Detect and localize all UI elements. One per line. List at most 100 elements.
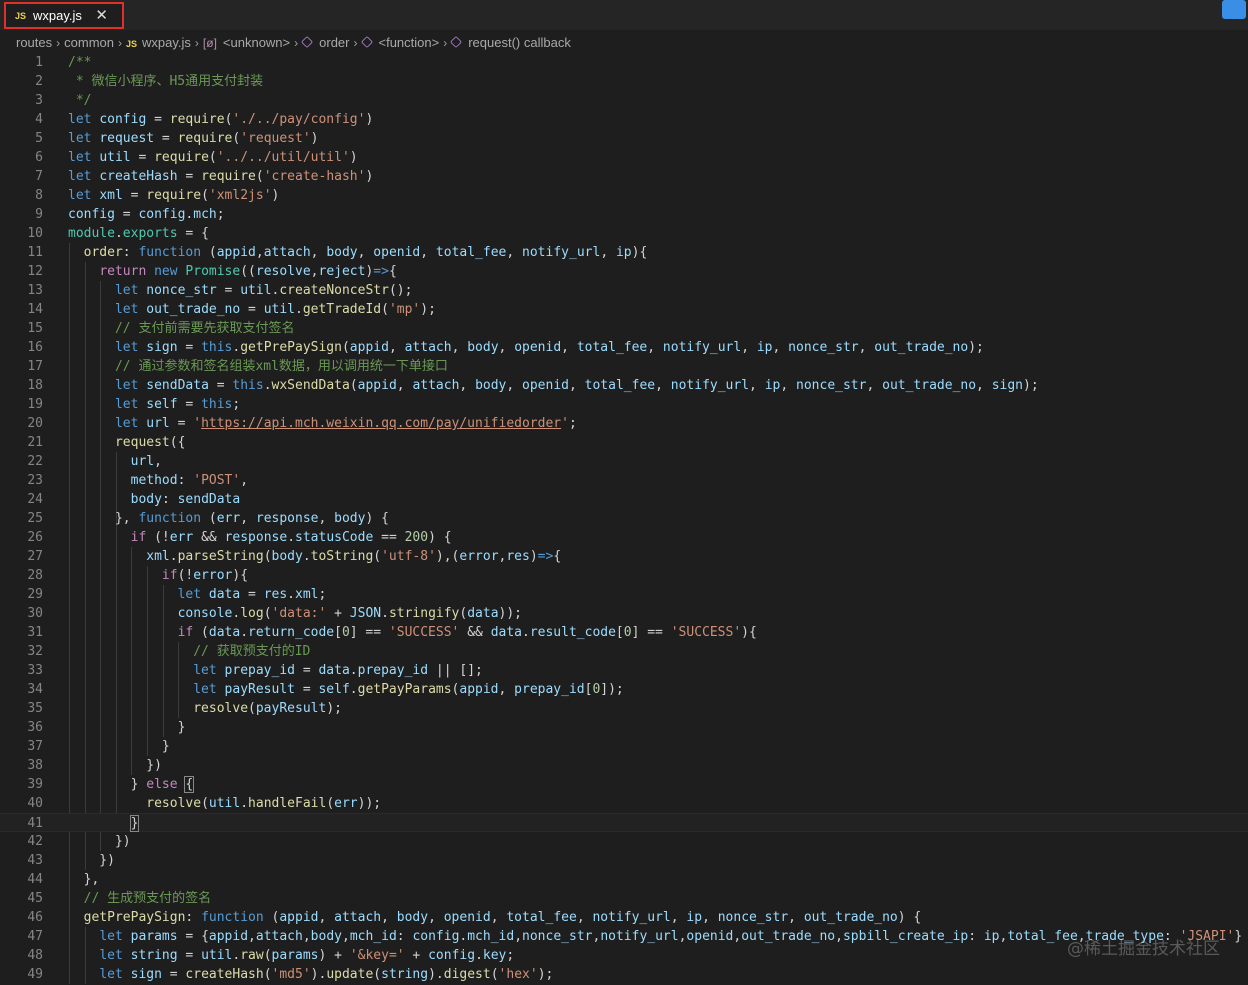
code-line: 32 // 获取预支付的ID [0, 642, 1248, 661]
breadcrumb-item[interactable]: order [301, 34, 350, 52]
code-text: console.log('data:' + JSON.stringify(dat… [177, 606, 523, 621]
code-line: 22 url, [0, 452, 1248, 471]
line-number: 45 [27, 891, 43, 906]
code-text: let sign = createHash('md5').update(stri… [99, 967, 554, 982]
chevron-right-icon: › [443, 36, 448, 50]
code-text: xml.parseString(body.toString('utf-8'),(… [146, 549, 562, 564]
line-number: 15 [27, 321, 43, 336]
line-number: 28 [27, 568, 43, 583]
line-number: 37 [27, 739, 43, 754]
line-number: 39 [27, 777, 43, 792]
line-number: 41 [27, 816, 43, 831]
line-number: 16 [27, 340, 43, 355]
breadcrumb-item[interactable]: routes [16, 34, 52, 52]
code-text: let url = 'https://api.mch.weixin.qq.com… [114, 416, 577, 431]
code-text: module.exports = { [68, 226, 209, 241]
code-text: }) [68, 758, 162, 773]
code-line: 28 if(!error){ [0, 566, 1248, 585]
breadcrumb-item[interactable]: <function> [360, 34, 440, 52]
line-number: 26 [27, 530, 43, 545]
code-line: 39 } else { [0, 775, 1248, 794]
code-line: 45 // 生成预支付的签名 [0, 889, 1248, 908]
code-text: let data = res.xml; [177, 587, 327, 602]
line-number: 9 [35, 207, 43, 222]
code-line: 37 } [0, 737, 1248, 756]
breadcrumb-item[interactable]: request() callback [450, 34, 571, 52]
code-line: 5 let request = require('request') [0, 129, 1248, 148]
code-line: 42 }) [0, 832, 1248, 851]
code-line: 10 module.exports = { [0, 224, 1248, 243]
code-line: 24 body: sendData [0, 490, 1248, 509]
code-line: 23 method: 'POST', [0, 471, 1248, 490]
line-number: 44 [27, 872, 43, 887]
close-icon[interactable]: ✕ [95, 7, 108, 25]
code-text: let util = require('../../util/util') [68, 150, 358, 165]
code-text: config = config.mch; [68, 207, 225, 222]
breadcrumb-item[interactable]: [ø] <unknown> [203, 34, 290, 52]
breadcrumb-label: <function> [378, 35, 440, 50]
code-text: order: function (appid,attach, body, ope… [83, 245, 648, 260]
line-number: 47 [27, 929, 43, 944]
line-number: 29 [27, 587, 43, 602]
line-number: 35 [27, 701, 43, 716]
line-number: 5 [35, 131, 43, 146]
code-line: 29 let data = res.xml; [0, 585, 1248, 604]
code-line: 47 let params = {appid,attach,body,mch_i… [0, 927, 1248, 946]
code-line: 20 let url = 'https://api.mch.weixin.qq.… [0, 414, 1248, 433]
breadcrumb-item[interactable]: common [64, 34, 114, 52]
code-line: 27 xml.parseString(body.toString('utf-8'… [0, 547, 1248, 566]
extension-icon[interactable] [1222, 0, 1246, 19]
code-text: let createHash = require('create-hash') [68, 169, 374, 184]
code-text: let xml = require('xml2js') [68, 188, 280, 203]
code-text: } [129, 815, 140, 832]
code-line: 13 let nonce_str = util.createNonceStr()… [0, 281, 1248, 300]
code-text: }, [68, 872, 100, 887]
line-number: 10 [27, 226, 43, 241]
line-number: 36 [27, 720, 43, 735]
code-line: 31 if (data.return_code[0] == 'SUCCESS' … [0, 623, 1248, 642]
code-line: 11 order: function (appid,attach, body, … [0, 243, 1248, 262]
code-text: } [68, 739, 170, 754]
code-line: 16 let sign = this.getPrePaySign(appid, … [0, 338, 1248, 357]
code-line: 33 let prepay_id = data.prepay_id || []; [0, 661, 1248, 680]
chevron-right-icon: › [194, 36, 199, 50]
code-line: 26 if (!err && response.statusCode == 20… [0, 528, 1248, 547]
code-text: let sign = this.getPrePaySign(appid, att… [114, 340, 984, 355]
breadcrumb-label: request() callback [468, 35, 571, 50]
code-text: // 支付前需要先获取支付签名 [114, 321, 295, 336]
code-line: 17 // 通过参数和签名组装xml数据，用以调用统一下单接口 [0, 357, 1248, 376]
line-number: 4 [35, 112, 43, 127]
code-text: let self = this; [114, 397, 241, 412]
line-number: 20 [27, 416, 43, 431]
symbol-method-icon [301, 35, 314, 49]
code-text: resolve(util.handleFail(err)); [146, 796, 382, 811]
line-number: 25 [27, 511, 43, 526]
line-number: 32 [27, 644, 43, 659]
line-number: 40 [27, 796, 43, 811]
breadcrumb-label: common [64, 35, 114, 50]
code-text: let prepay_id = data.prepay_id || []; [193, 663, 483, 678]
watermark: @稀土掘金技术社区 [1067, 939, 1220, 959]
code-editor[interactable]: 1/** 2 * 微信小程序、H5通用支付封装 3 */4 let config = … [0, 52, 1248, 985]
line-number: 38 [27, 758, 43, 773]
chevron-right-icon: › [56, 36, 61, 50]
code-line: 43 }) [0, 851, 1248, 870]
line-number: 33 [27, 663, 43, 678]
line-number: 46 [27, 910, 43, 925]
line-number: 19 [27, 397, 43, 412]
line-number: 11 [27, 245, 43, 260]
code-text: return new Promise((resolve,reject)=>{ [99, 264, 397, 279]
code-text: }) [68, 834, 131, 849]
code-text: if (!err && response.statusCode == 200) … [130, 530, 452, 545]
code-line: 36 } [0, 718, 1248, 737]
code-line: 40 resolve(util.handleFail(err)); [0, 794, 1248, 813]
line-number: 30 [27, 606, 43, 621]
code-text: // 生成预支付的签名 [83, 891, 212, 906]
code-text: }) [68, 853, 115, 868]
tab-wxpay-js[interactable]: JS wxpay.js ✕ [4, 2, 124, 29]
code-text: let sendData = this.wxSendData(appid, at… [114, 378, 1039, 393]
code-line: 2 * 微信小程序、H5通用支付封装 [0, 72, 1248, 91]
code-text: } else { [68, 776, 195, 793]
code-text: request({ [114, 435, 186, 450]
breadcrumb-item[interactable]: JS wxpay.js [126, 34, 191, 53]
